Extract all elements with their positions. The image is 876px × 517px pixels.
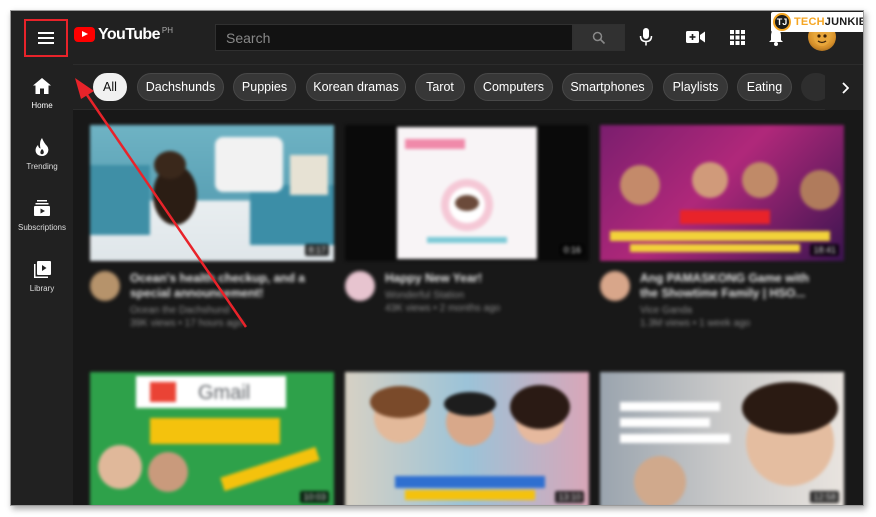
video-duration: 0:16 <box>560 244 584 256</box>
youtube-window: YouTube PH Search Home Trending Subscrip… <box>10 10 864 506</box>
sidebar-item-label: Library <box>29 284 55 293</box>
chip-smartphones[interactable]: Smartphones <box>562 73 653 101</box>
video-meta: Ang PAMASKONG Game with the Showtime Fam… <box>600 261 844 337</box>
thumbnail-art <box>397 127 537 259</box>
chip-computers[interactable]: Computers <box>474 73 553 101</box>
video-title[interactable]: Ang PAMASKONG Game with <box>640 271 840 286</box>
chip-dachshunds[interactable]: Dachshunds <box>137 73 224 101</box>
video-meta: Happy New Year! Wonderful Station 43K vi… <box>345 261 589 337</box>
search-icon <box>592 31 606 44</box>
apps-button[interactable] <box>725 25 749 49</box>
mini-guide-sidebar: Home Trending Subscriptions Library <box>11 64 73 505</box>
techjunkie-logo-badge: TJ <box>773 13 791 31</box>
channel-name[interactable]: Ocean the Dachshund <box>130 305 230 316</box>
video-duration: 18:41 <box>810 244 839 256</box>
video-thumbnail[interactable]: 12:58 <box>600 372 844 505</box>
video-title-line2[interactable]: special announcement! <box>130 286 330 301</box>
home-icon <box>32 76 52 96</box>
chip-korean-dramas[interactable]: Korean dramas <box>306 73 406 101</box>
thumbnail-art <box>90 137 334 245</box>
flame-icon <box>32 137 52 157</box>
video-title[interactable]: Happy New Year! <box>385 271 585 286</box>
sidebar-item-trending[interactable]: Trending <box>11 137 73 187</box>
video-thumbnail[interactable]: 8:17 <box>90 125 334 261</box>
create-button[interactable] <box>684 25 708 49</box>
chip-puppies[interactable]: Puppies <box>233 73 296 101</box>
video-thumbnail[interactable]: 13:10 <box>345 372 589 505</box>
sidebar-item-label: Subscriptions <box>17 223 67 232</box>
video-title[interactable]: Ocean's health checkup, and a <box>130 271 330 286</box>
video-duration: 13:10 <box>555 491 584 503</box>
chip-tarot[interactable]: Tarot <box>415 73 465 101</box>
channel-name[interactable]: Wonderful Station <box>385 290 464 301</box>
video-duration: 8:17 <box>305 244 329 256</box>
subscriptions-icon <box>32 198 52 218</box>
sidebar-item-label: Home <box>31 101 53 110</box>
apps-grid-icon <box>729 29 745 45</box>
channel-avatar[interactable] <box>600 271 630 301</box>
chip-eating[interactable]: Eating <box>737 73 792 101</box>
library-icon <box>32 259 52 279</box>
chips-scroll-right-button[interactable] <box>825 65 863 110</box>
youtube-logo[interactable]: YouTube PH <box>74 27 173 43</box>
thumbnail-art <box>370 385 570 500</box>
video-duration: 12:58 <box>810 491 839 503</box>
sidebar-item-library[interactable]: Library <box>11 259 73 309</box>
video-thumbnail[interactable]: 18:41 <box>600 125 844 261</box>
menu-icon <box>38 32 54 44</box>
video-card[interactable]: 0:16 Happy New Year! Wonderful Station 4… <box>345 125 589 337</box>
video-title-line2[interactable]: the Showtime Family | HSO... <box>640 286 840 301</box>
create-video-icon <box>686 31 705 43</box>
video-thumbnail[interactable]: Gmail 10:03 <box>90 372 334 505</box>
video-meta: Ocean's health checkup, and a special an… <box>90 261 334 337</box>
thumbnail-art <box>610 162 840 252</box>
voice-search-button[interactable] <box>634 25 658 49</box>
top-bar: YouTube PH Search <box>11 11 863 64</box>
logo-country-code: PH <box>161 26 173 35</box>
chip-all[interactable]: All <box>93 73 127 101</box>
logo-text: YouTube <box>98 26 160 43</box>
video-card[interactable]: 12:58 <box>600 372 844 505</box>
video-card[interactable]: Gmail 10:03 <box>90 372 334 505</box>
techjunkie-logo-text: TECHJUNKIE <box>794 16 864 28</box>
channel-avatar[interactable] <box>345 271 375 301</box>
video-card[interactable]: 18:41 Ang PAMASKONG Game with the Showti… <box>600 125 844 337</box>
video-stats: 39K views • 17 hours ago <box>130 318 244 329</box>
youtube-play-icon <box>74 27 95 42</box>
channel-name[interactable]: Vice Ganda <box>640 305 692 316</box>
techjunkie-watermark: TJ TECHJUNKIE <box>771 12 864 32</box>
video-stats: 43K views • 2 months ago <box>385 303 501 314</box>
menu-button[interactable] <box>24 19 68 57</box>
mic-icon <box>639 28 653 46</box>
search-input[interactable]: Search <box>215 24 573 51</box>
category-chips-bar: All Dachshunds Puppies Korean dramas Tar… <box>73 64 863 110</box>
sidebar-item-subscriptions[interactable]: Subscriptions <box>11 198 73 248</box>
video-stats: 1.3M views • 1 week ago <box>640 318 751 329</box>
video-card[interactable]: 13:10 <box>345 372 589 505</box>
thumbnail-art <box>620 382 838 505</box>
chevron-right-icon <box>842 81 849 94</box>
gmail-thumb-text: Gmail <box>198 382 251 404</box>
video-duration: 10:03 <box>300 491 329 503</box>
chip-playlists[interactable]: Playlists <box>663 73 728 101</box>
video-card[interactable]: 8:17 Ocean's health checkup, and a speci… <box>90 125 334 337</box>
channel-avatar[interactable] <box>90 271 120 301</box>
sidebar-item-home[interactable]: Home <box>11 76 73 126</box>
video-grid: 8:17 Ocean's health checkup, and a speci… <box>73 110 863 505</box>
sidebar-item-label: Trending <box>26 162 58 171</box>
search-button[interactable] <box>573 24 625 51</box>
video-thumbnail[interactable]: 0:16 <box>345 125 589 261</box>
